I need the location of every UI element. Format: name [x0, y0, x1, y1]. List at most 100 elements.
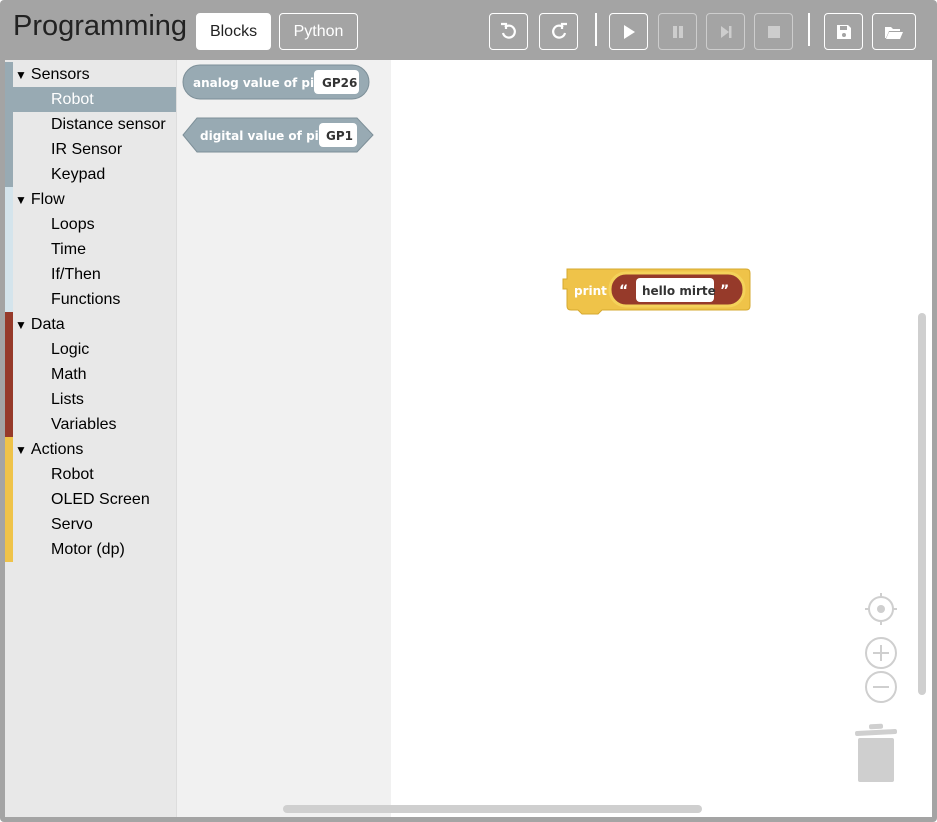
- page-title: Programming: [13, 10, 188, 42]
- category-data[interactable]: ▼ Data: [5, 312, 176, 337]
- digital-pin-field[interactable]: GP1: [319, 123, 357, 147]
- category-color-bar: [5, 87, 13, 112]
- category-label: IR Sensor: [51, 140, 123, 158]
- python-tab[interactable]: Python: [279, 13, 358, 50]
- category-color-bar: [5, 387, 13, 412]
- category-color-bar: [5, 237, 13, 262]
- toolbar-divider: [808, 13, 810, 46]
- category-color-bar: [5, 287, 13, 312]
- category-label: Logic: [51, 340, 90, 358]
- open-button[interactable]: [872, 13, 916, 50]
- category-label: Loops: [51, 215, 95, 233]
- digital-value-block[interactable]: digital value of pin GP1: [182, 117, 374, 153]
- digital-pin-value: GP1: [326, 129, 353, 143]
- category-if-then[interactable]: If/Then: [5, 262, 176, 287]
- close-quote-icon: ”: [720, 283, 729, 299]
- category-loops[interactable]: Loops: [5, 212, 176, 237]
- category-sensors[interactable]: ▼ Sensors: [5, 62, 176, 87]
- category-time[interactable]: Time: [5, 237, 176, 262]
- flyout-blocks: analog value of pin GP26 digital value o…: [182, 64, 374, 153]
- save-button[interactable]: [824, 13, 863, 50]
- category-label: Actions: [30, 440, 84, 458]
- category-color-bar: [5, 437, 13, 462]
- category-label: Robot: [51, 90, 94, 108]
- analog-pin-field[interactable]: GP26: [314, 70, 359, 94]
- toolbox: ▼ Sensors Robot Distance sensor IR Sensor…: [5, 60, 176, 817]
- category-label: OLED Screen: [51, 490, 150, 508]
- zoom-in-button[interactable]: [865, 637, 897, 669]
- redo-icon: [551, 22, 567, 39]
- category-ir-sensor[interactable]: IR Sensor: [5, 137, 176, 162]
- collapse-arrow-icon: ▼: [15, 192, 27, 207]
- category-servo[interactable]: Servo: [5, 512, 176, 537]
- undo-icon: [500, 22, 516, 39]
- category-color-bar: [5, 187, 13, 212]
- blocks-tab[interactable]: Blocks: [196, 13, 271, 50]
- open-quote-icon: “: [619, 283, 628, 299]
- category-logic[interactable]: Logic: [5, 337, 176, 362]
- analog-value-block[interactable]: analog value of pin GP26: [182, 64, 370, 100]
- zoom-controls: [865, 593, 897, 703]
- horizontal-scrollbar[interactable]: [283, 805, 702, 813]
- category-actions-robot[interactable]: Robot: [5, 462, 176, 487]
- category-keypad[interactable]: Keypad: [5, 162, 176, 187]
- collapse-arrow-icon: ▼: [15, 317, 27, 332]
- category-color-bar: [5, 537, 13, 562]
- category-oled-screen[interactable]: OLED Screen: [5, 487, 176, 512]
- stop-button[interactable]: [754, 13, 793, 50]
- zoom-out-button[interactable]: [865, 671, 897, 703]
- category-distance-sensor[interactable]: Distance sensor: [5, 112, 176, 137]
- category-color-bar: [5, 212, 13, 237]
- category-color-bar: [5, 137, 13, 162]
- print-block[interactable]: print “ hello mirte ”: [560, 265, 760, 325]
- vertical-scrollbar[interactable]: [918, 313, 926, 695]
- category-color-bar: [5, 512, 13, 537]
- text-field[interactable]: hello mirte: [636, 278, 716, 302]
- category-label: Lists: [51, 390, 84, 408]
- category-lists[interactable]: Lists: [5, 387, 176, 412]
- category-color-bar: [5, 487, 13, 512]
- text-string-block[interactable]: “ hello mirte ”: [608, 271, 746, 308]
- category-label: Math: [51, 365, 87, 383]
- category-flow[interactable]: ▼ Flow: [5, 187, 176, 212]
- blockly-workspace: ▼ Sensors Robot Distance sensor IR Sensor…: [5, 60, 932, 817]
- category-color-bar: [5, 412, 13, 437]
- category-color-bar: [5, 62, 13, 87]
- undo-button[interactable]: [489, 13, 528, 50]
- workspace-canvas[interactable]: print “ hello mirte ”: [390, 60, 932, 817]
- category-motor-dp[interactable]: Motor (dp): [5, 537, 176, 562]
- category-label: Robot: [51, 465, 94, 483]
- category-label: Servo: [51, 515, 93, 533]
- category-color-bar: [5, 262, 13, 287]
- category-label: If/Then: [51, 265, 101, 283]
- category-sensors-robot[interactable]: Robot: [5, 87, 176, 112]
- trash-icon[interactable]: [852, 722, 898, 784]
- category-actions[interactable]: ▼ Actions: [5, 437, 176, 462]
- pause-button[interactable]: [658, 13, 697, 50]
- category-label: Functions: [51, 290, 121, 308]
- category-label: Keypad: [51, 165, 106, 183]
- category-label: Flow: [30, 190, 65, 208]
- play-button[interactable]: [609, 13, 648, 50]
- category-color-bar: [5, 337, 13, 362]
- analog-block-label: analog value of pin: [193, 76, 323, 90]
- collapse-arrow-icon: ▼: [15, 67, 27, 82]
- open-folder-icon: [885, 26, 903, 39]
- step-button[interactable]: [706, 13, 745, 50]
- category-label: Time: [51, 240, 86, 258]
- category-color-bar: [5, 162, 13, 187]
- category-label: Data: [30, 315, 65, 333]
- recenter-button[interactable]: [865, 593, 897, 625]
- category-math[interactable]: Math: [5, 362, 176, 387]
- redo-button[interactable]: [539, 13, 578, 50]
- analog-pin-value: GP26: [322, 76, 357, 90]
- category-functions[interactable]: Functions: [5, 287, 176, 312]
- pause-icon: [672, 25, 683, 38]
- toolbar-divider: [595, 13, 597, 46]
- collapse-arrow-icon: ▼: [15, 442, 27, 457]
- step-icon: [720, 25, 731, 38]
- category-variables[interactable]: Variables: [5, 412, 176, 437]
- category-color-bar: [5, 362, 13, 387]
- category-label: Motor (dp): [51, 540, 125, 558]
- app-window: Programming Blocks Python ▼ Sensors Robot…: [0, 0, 937, 822]
